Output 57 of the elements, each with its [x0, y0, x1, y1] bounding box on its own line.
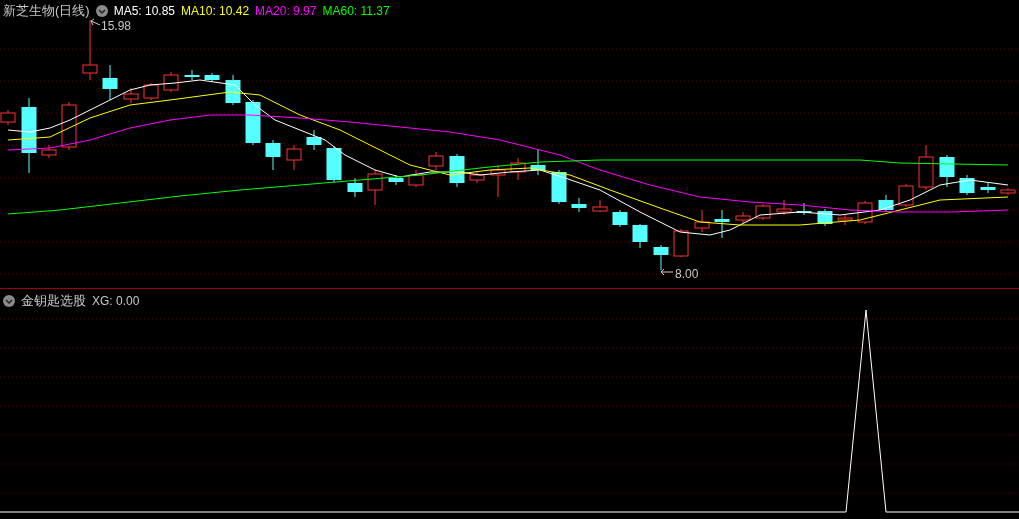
candlestick	[632, 223, 648, 249]
candlestick	[673, 228, 689, 258]
candlestick	[184, 69, 200, 81]
candlestick	[898, 183, 914, 208]
candlestick	[878, 194, 894, 213]
candlestick	[204, 72, 220, 83]
candlestick	[714, 209, 730, 239]
candlestick	[817, 208, 833, 227]
candlestick	[776, 199, 792, 216]
chevron-down-icon[interactable]	[3, 294, 15, 307]
candlestick	[61, 101, 77, 151]
candlestick	[225, 74, 241, 106]
candlestick	[245, 99, 261, 146]
chevron-down-icon[interactable]	[95, 4, 108, 17]
price-label: 15.98	[101, 18, 132, 35]
candlestick	[735, 211, 751, 224]
candlestick	[939, 154, 955, 188]
candlestick	[1000, 187, 1016, 196]
leader-line	[90, 18, 101, 26]
indicator-title: 金钥匙选股	[21, 292, 86, 310]
chart-title: 新芝生物(日线)	[3, 2, 90, 20]
candlestick	[551, 169, 567, 205]
candlestick	[980, 182, 996, 194]
candlestick	[326, 145, 342, 183]
indicator-value: MA10: 10.42	[181, 2, 250, 20]
candlestick	[612, 209, 628, 228]
candlestick	[837, 214, 853, 226]
indicator-value: XG: 0.00	[92, 292, 140, 310]
candlestick	[530, 149, 546, 176]
candlestick	[428, 151, 444, 171]
leader-line	[660, 268, 674, 276]
candlestick	[286, 144, 302, 171]
candlestick	[102, 64, 118, 101]
candlestick	[694, 209, 710, 233]
candlestick	[490, 164, 506, 198]
candlestick	[796, 202, 812, 216]
candlestick	[163, 71, 179, 93]
candlestick	[469, 171, 485, 184]
candlestick	[408, 169, 424, 188]
candlestick	[571, 197, 587, 213]
candlestick	[918, 144, 934, 191]
candlestick	[510, 157, 526, 181]
candlestick	[123, 87, 139, 104]
candlestick	[347, 177, 363, 198]
candlestick	[653, 244, 669, 271]
candlestick	[143, 82, 159, 101]
candlestick	[367, 169, 383, 206]
indicator-value: MA20: 9.97	[255, 2, 317, 20]
price-label: 8.00	[675, 266, 699, 283]
candlestick	[41, 144, 57, 159]
candlestick	[959, 174, 975, 196]
candlestick	[265, 139, 281, 171]
indicator-value: MA60: 11.37	[322, 2, 390, 20]
indicator-value: MA5: 10.85	[113, 2, 176, 20]
candlestick	[82, 19, 98, 81]
candlestick	[592, 199, 608, 213]
candlestick	[306, 129, 322, 151]
